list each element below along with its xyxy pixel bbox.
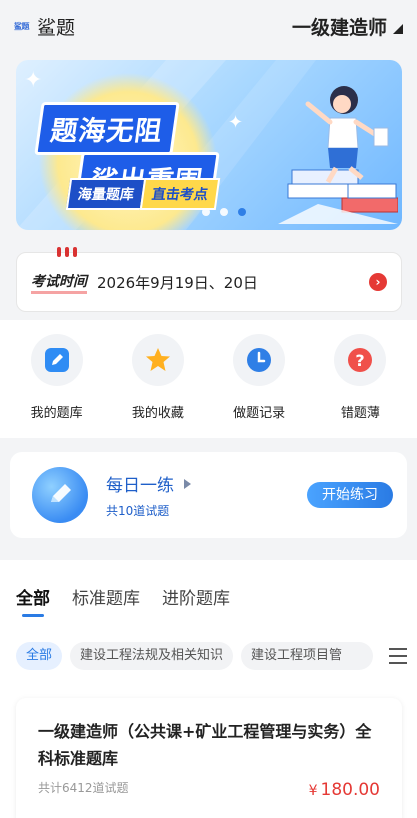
quick-nav: 我的题库 我的收藏 做题记录 ? 错题薄 (0, 320, 417, 438)
qn-label: 我的题库 (30, 406, 83, 421)
question-icon: ? (348, 348, 373, 372)
chevron-right-icon[interactable]: › (369, 273, 387, 291)
daily-title-row: 每日一练 (106, 471, 191, 496)
play-icon (184, 478, 191, 489)
chip-laws[interactable]: 建设工程法规及相关知识 (70, 642, 234, 670)
nav-my-question-bank[interactable]: 我的题库 (9, 320, 105, 438)
exam-selector[interactable]: 一级建造师 (292, 13, 403, 40)
daily-text: 每日一练 共10道试题 (106, 471, 191, 519)
promo-banner[interactable]: ✦ ✦ 题海无阻 鲨出重围 海量题库 直击考点 (16, 60, 402, 230)
brand-name: 鲨题 (37, 16, 76, 39)
bank-tabs: 全部 标准题库 进阶题库 (16, 584, 230, 617)
currency-symbol: ¥ (308, 783, 318, 799)
daily-practice-card[interactable]: 每日一练 共10道试题 开始练习 (10, 452, 407, 538)
qn-label: 做题记录 (233, 406, 286, 421)
banner-tag-left: 海量题库 (65, 178, 145, 210)
top-bar: 鲨题 鲨题 一级建造师 (0, 0, 417, 52)
calendar-rings (57, 247, 77, 257)
svg-text:?: ? (356, 351, 365, 370)
carousel-dots[interactable] (202, 208, 246, 216)
qn-icon-circle (131, 334, 184, 386)
dropdown-corner-icon (393, 24, 403, 34)
banner-illustration (278, 86, 398, 224)
question-bank-section: 全部 标准题库 进阶题库 全部 建设工程法规及相关知识 建设工程项目管 一级建造… (0, 560, 417, 818)
daily-title: 每日一练 (106, 476, 174, 496)
exam-time-value: 2026年9月19日、20日 (97, 273, 258, 292)
product-title: 一级建造师（公共课+矿业工程管理与实务）全科标准题库 (38, 722, 372, 768)
tab-advanced[interactable]: 进阶题库 (162, 584, 230, 609)
sparkle-icon: ✦ (228, 112, 244, 133)
carousel-dot-active[interactable] (238, 208, 246, 216)
carousel-dot[interactable] (220, 208, 228, 216)
banner-tagline: 海量题库 直击考点 (65, 178, 221, 210)
chip-all[interactable]: 全部 (16, 642, 63, 670)
sparkle-icon: ✦ (24, 68, 43, 93)
start-practice-button[interactable]: 开始练习 (307, 482, 393, 508)
pencil-icon (32, 467, 88, 523)
subject-chips: 全部 建设工程法规及相关知识 建设工程项目管 (16, 642, 416, 670)
qn-icon-circle: ? (334, 334, 387, 386)
exam-time-label: 考试时间 (31, 271, 87, 294)
tab-all[interactable]: 全部 (16, 584, 50, 617)
carousel-dot[interactable] (202, 208, 210, 216)
clock-icon (247, 348, 272, 372)
price-value: 180.00 (320, 780, 380, 800)
exam-name: 一级建造师 (291, 16, 387, 39)
app-logo: 鲨题 (14, 21, 30, 31)
tab-standard[interactable]: 标准题库 (72, 584, 140, 609)
nav-practice-history[interactable]: 做题记录 (211, 320, 307, 438)
product-price: ¥180.00 (309, 780, 380, 800)
daily-subtitle: 共10道试题 (106, 504, 170, 518)
banner-title-line1: 题海无阻 (34, 102, 180, 155)
product-question-count: 共计6412道试题 (38, 781, 129, 795)
qn-icon-circle (233, 334, 286, 386)
qn-label: 错题薄 (340, 406, 380, 421)
nav-my-favorites[interactable]: 我的收藏 (110, 320, 206, 438)
list-menu-icon[interactable] (389, 648, 407, 664)
chip-project-management[interactable]: 建设工程项目管 (241, 642, 374, 670)
exam-time-card[interactable]: 考试时间 2026年9月19日、20日 › (16, 247, 402, 312)
qn-icon-circle (30, 334, 83, 386)
star-icon (145, 348, 170, 371)
banner-tag-right: 直击考点 (139, 178, 221, 210)
edit-icon (44, 348, 69, 372)
nav-wrong-questions[interactable]: ? 错题薄 (312, 320, 408, 438)
product-card[interactable]: 一级建造师（公共课+矿业工程管理与实务）全科标准题库 共计6412道试题 ¥18… (16, 698, 402, 818)
qn-label: 我的收藏 (131, 406, 184, 421)
